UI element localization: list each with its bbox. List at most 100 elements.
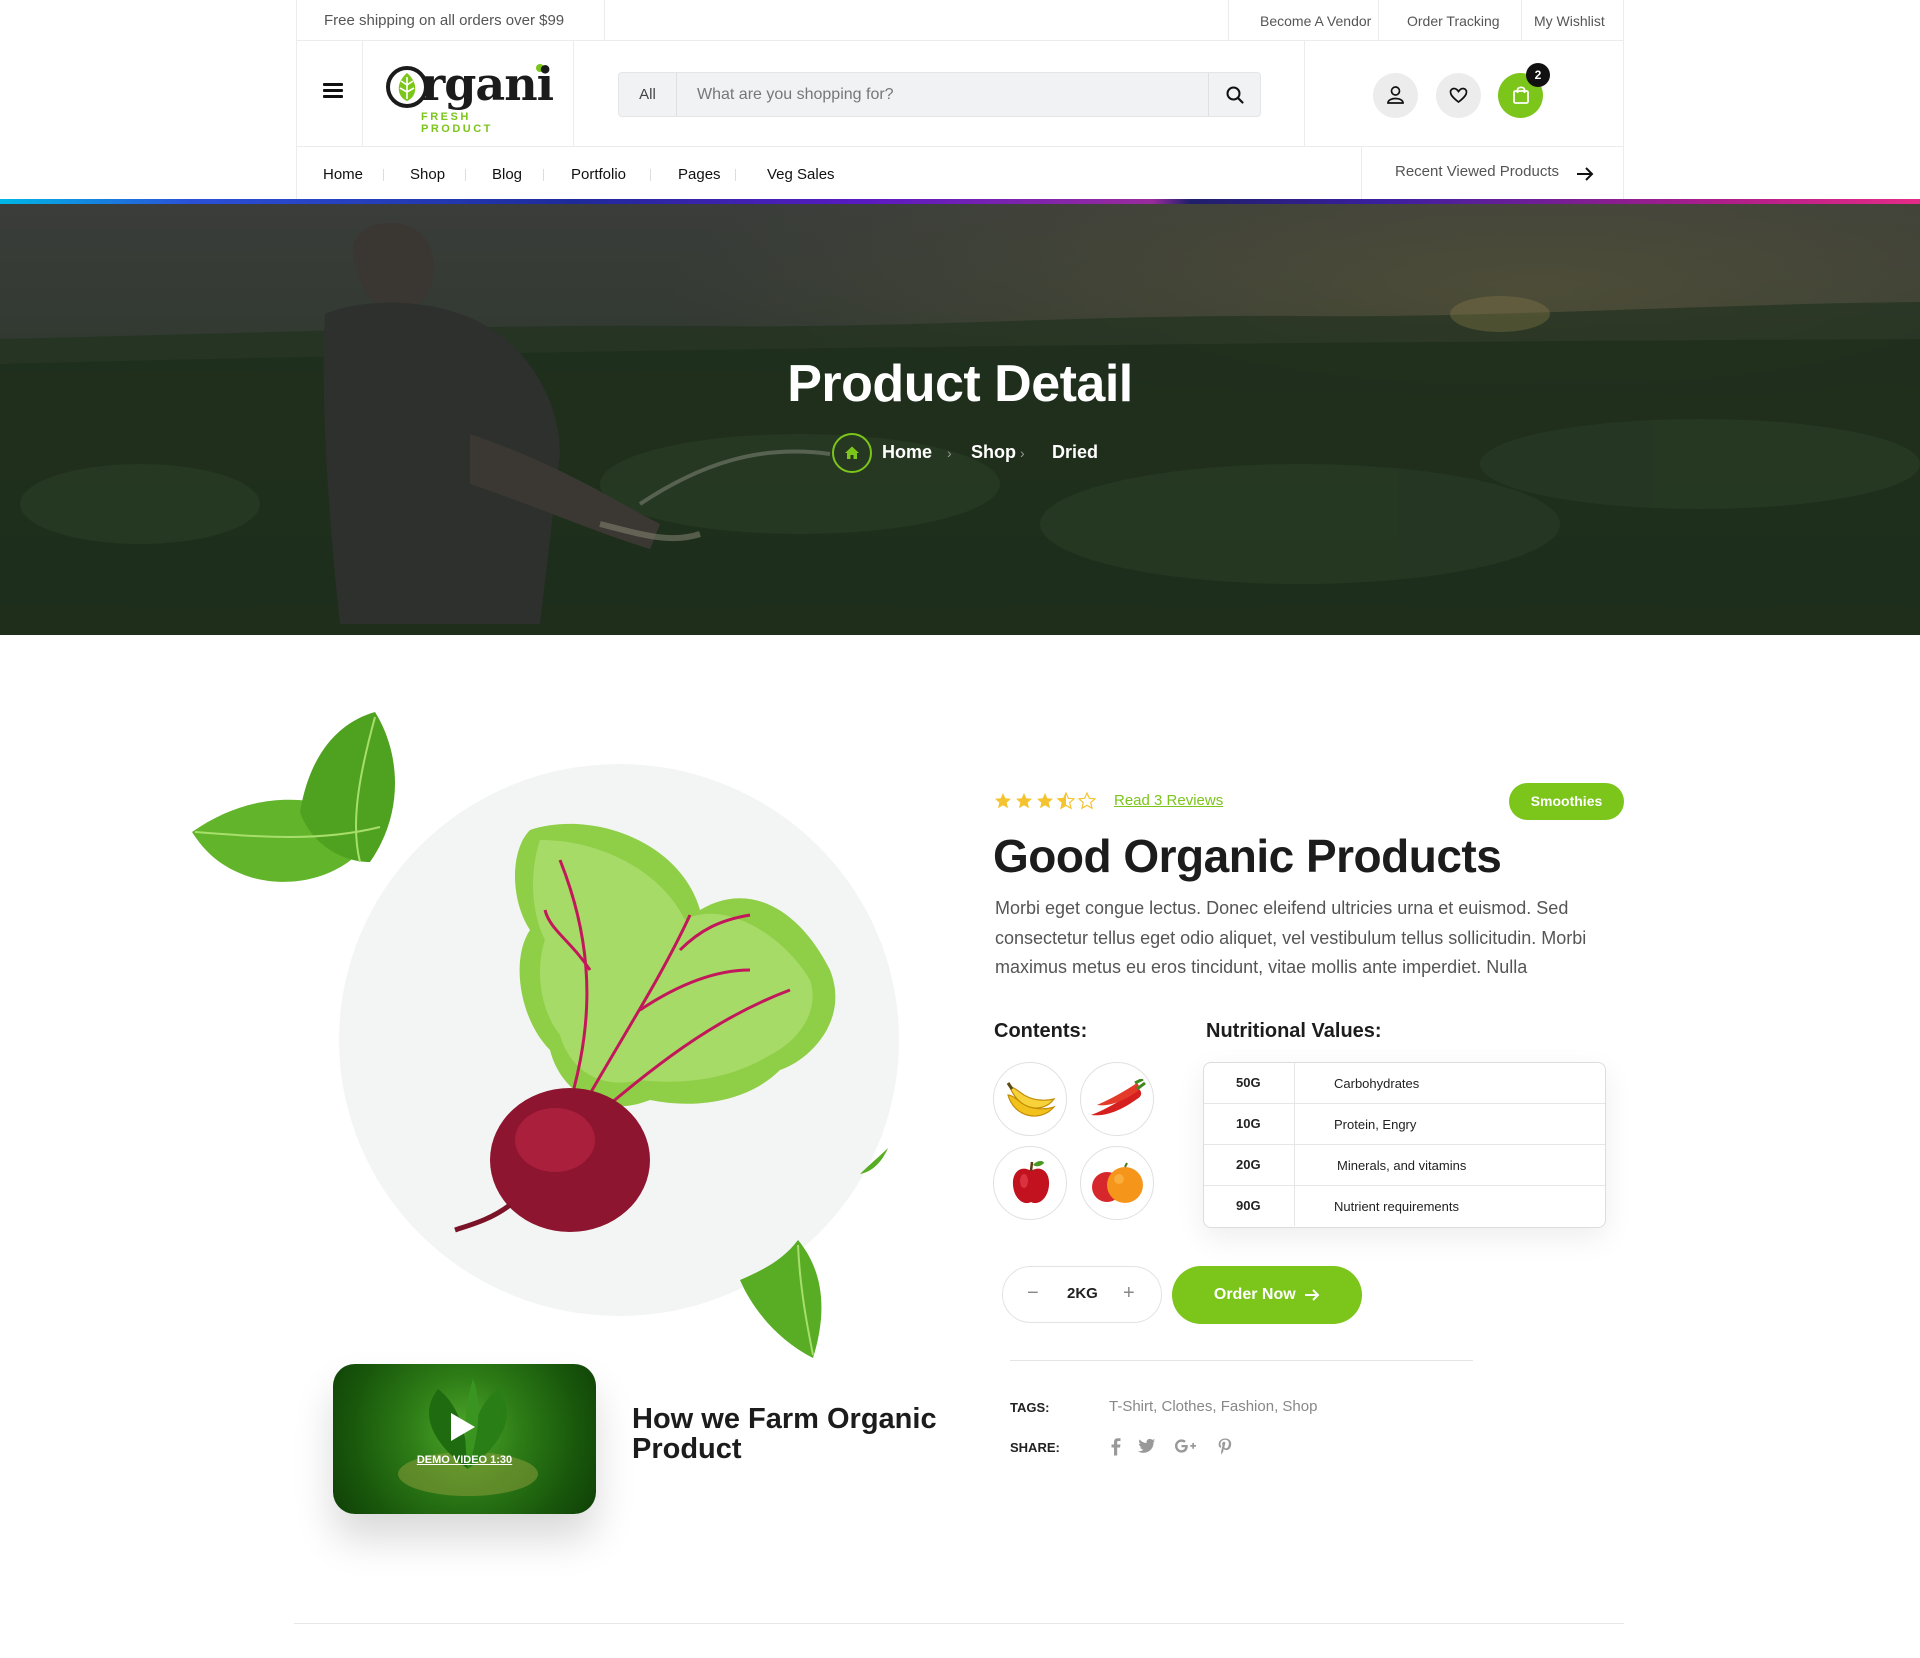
breadcrumb-shop[interactable]: Shop: [971, 442, 1016, 463]
nav-blog[interactable]: Blog: [492, 166, 522, 183]
product-tags[interactable]: T-Shirt, Clothes, Fashion, Shop: [1109, 1398, 1317, 1415]
cart-count-badge: 2: [1526, 63, 1550, 87]
tags-label: TAGS:: [1010, 1400, 1050, 1415]
video-duration-label: DEMO VIDEO 1:30: [416, 1454, 513, 1466]
divider: [604, 0, 605, 41]
shipping-notice: Free shipping on all orders over $99: [324, 12, 565, 29]
table-row: 20G Minerals, and vitamins: [1204, 1145, 1605, 1186]
apple-icon: [1012, 1161, 1050, 1204]
orange-icon: [1092, 1162, 1143, 1203]
nutrition-heading: Nutritional Values:: [1206, 1020, 1382, 1042]
hero-banner: Product Detail Home › Shop › Dried: [0, 204, 1920, 635]
divider: [1378, 0, 1379, 41]
video-heading: How we Farm Organic Product: [632, 1403, 937, 1465]
become-vendor-link[interactable]: Become A Vendor: [1260, 13, 1371, 29]
increase-button[interactable]: +: [1123, 1282, 1135, 1305]
chevron-right-icon: ›: [1020, 445, 1025, 461]
content-item[interactable]: [1080, 1062, 1154, 1136]
product-title: Good Organic Products: [993, 830, 1502, 882]
nutrient-label: Nutrient requirements: [1334, 1199, 1459, 1214]
nutrient-label: Protein, Engry: [1334, 1117, 1417, 1132]
chili-icon: [1091, 1079, 1146, 1116]
nav-portfolio[interactable]: Portfolio: [571, 166, 626, 183]
nutrient-label: Carbohydrates: [1334, 1076, 1420, 1091]
beetroot-image: [454, 823, 836, 1233]
divider: [543, 169, 544, 181]
user-icon: [1387, 86, 1404, 104]
pinterest-icon[interactable]: [1218, 1438, 1232, 1456]
nutrient-label: Minerals, and vitamins: [1337, 1158, 1467, 1173]
home-icon: [845, 446, 859, 459]
play-icon[interactable]: [451, 1413, 475, 1441]
search-input[interactable]: What are you shopping for?: [697, 73, 894, 116]
mint-leaf-image: [192, 712, 395, 882]
google-plus-icon[interactable]: [1174, 1438, 1198, 1454]
chevron-right-icon: ›: [947, 445, 952, 461]
wishlist-button[interactable]: [1436, 73, 1481, 118]
divider: [573, 41, 574, 146]
divider: [650, 169, 651, 181]
divider: [1010, 1360, 1473, 1361]
divider: [1228, 0, 1229, 41]
divider: [465, 169, 466, 181]
table-row: 90G Nutrient requirements: [1204, 1186, 1605, 1227]
heart-icon: [1449, 87, 1468, 104]
content-item[interactable]: [993, 1062, 1067, 1136]
farmer-field-image: [0, 223, 1920, 635]
demo-video-thumbnail[interactable]: DEMO VIDEO 1:30: [333, 1364, 596, 1514]
facebook-icon[interactable]: [1110, 1438, 1122, 1456]
content-item[interactable]: [1080, 1146, 1154, 1220]
nav-home[interactable]: Home: [323, 166, 363, 183]
nav-veg-sales[interactable]: Veg Sales: [767, 166, 835, 183]
decrease-button[interactable]: −: [1027, 1282, 1039, 1305]
order-tracking-link[interactable]: Order Tracking: [1407, 13, 1500, 29]
nutrition-table: 50G Carbohydrates 10G Protein, Engry 20G…: [1203, 1062, 1606, 1228]
arrow-right-icon: [1577, 167, 1594, 181]
read-reviews-link[interactable]: Read 3 Reviews: [1114, 792, 1223, 809]
logo-tagline: FRESH PRODUCT: [421, 111, 493, 135]
rating-stars: [994, 791, 1098, 815]
page-title: Product Detail: [787, 355, 1133, 413]
divider: [294, 1623, 1624, 1624]
nutrient-amount: 20G: [1236, 1157, 1261, 1172]
logo-word: rgani: [421, 57, 554, 111]
category-badge[interactable]: Smoothies: [1509, 783, 1624, 820]
divider: [1521, 0, 1522, 41]
nav-pages[interactable]: Pages: [678, 166, 721, 183]
divider: [735, 169, 736, 181]
menu-icon[interactable]: [323, 83, 343, 99]
order-now-button[interactable]: Order Now: [1172, 1266, 1362, 1324]
twitter-icon[interactable]: [1138, 1438, 1156, 1454]
logo[interactable]: rgani FRESH PRODUCT: [385, 57, 554, 135]
content-item[interactable]: [993, 1146, 1067, 1220]
order-now-label: Order Now: [1213, 1286, 1296, 1303]
recent-viewed-label: Recent Viewed Products: [1395, 163, 1559, 180]
breadcrumb-home[interactable]: Home: [882, 442, 932, 463]
recent-viewed-button[interactable]: Recent Viewed Products: [1361, 147, 1623, 199]
breadcrumb-home-button[interactable]: [832, 433, 872, 473]
quantity-value[interactable]: 2KG: [1067, 1285, 1098, 1302]
nav-shop[interactable]: Shop: [410, 166, 445, 183]
search-bar: All What are you shopping for?: [618, 72, 1261, 117]
contents-heading: Contents:: [994, 1020, 1088, 1042]
nutrient-amount: 10G: [1236, 1116, 1261, 1131]
arrow-right-icon: [1305, 1289, 1320, 1301]
divider: [1304, 41, 1305, 146]
table-row: 50G Carbohydrates: [1204, 1063, 1605, 1104]
leaf-fragment-image: [740, 1240, 822, 1358]
bag-icon: [1513, 86, 1529, 104]
nutrient-amount: 50G: [1236, 1075, 1261, 1090]
share-label: SHARE:: [1010, 1440, 1060, 1455]
header: rgani FRESH PRODUCT All What are you sho…: [296, 41, 1624, 147]
quantity-stepper: − 2KG +: [1002, 1266, 1162, 1323]
wishlist-link[interactable]: My Wishlist: [1534, 13, 1605, 29]
search-category-select[interactable]: All: [619, 73, 677, 116]
leaf-fragment-image: [860, 1148, 888, 1174]
account-button[interactable]: [1373, 73, 1418, 118]
divider: [383, 169, 384, 181]
main-nav: Home Shop Blog Portfolio Pages Veg Sales…: [296, 147, 1624, 199]
search-button[interactable]: [1208, 73, 1260, 116]
nutrient-amount: 90G: [1236, 1198, 1261, 1213]
product-description: Morbi eget congue lectus. Donec eleifend…: [995, 898, 1587, 977]
search-icon: [1226, 86, 1244, 104]
